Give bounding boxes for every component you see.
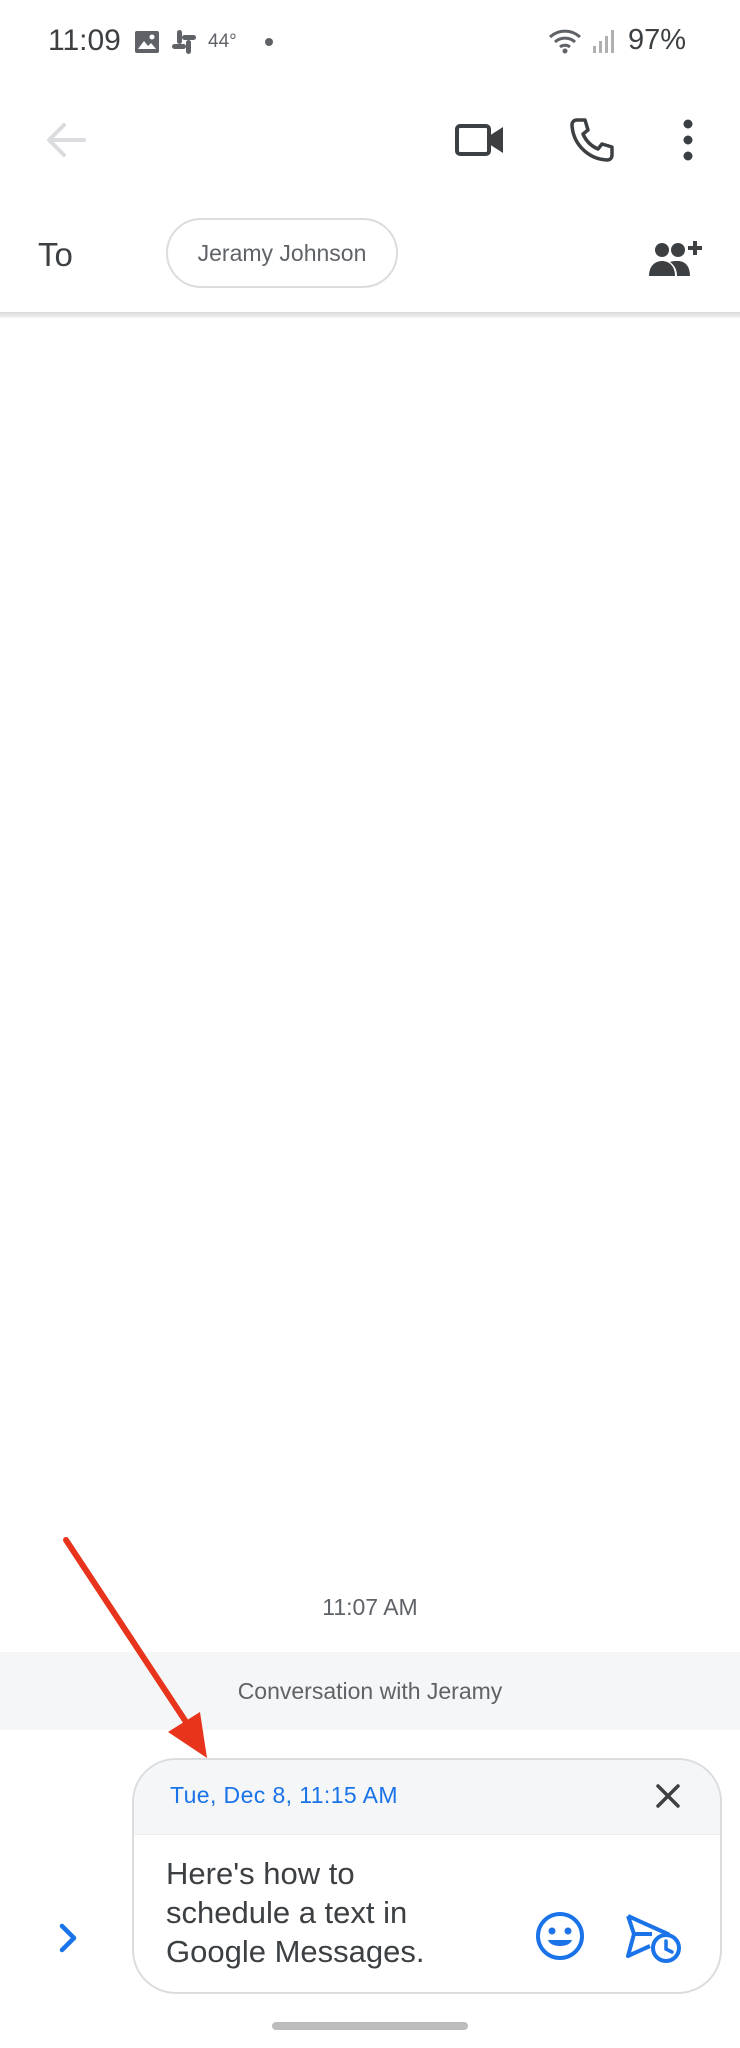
message-input[interactable]: Here's how to schedule a text in Google … — [166, 1854, 466, 1971]
cancel-schedule-button[interactable] — [650, 1778, 686, 1814]
phone-call-button[interactable] — [562, 108, 622, 172]
to-label: To — [38, 236, 73, 273]
slack-icon — [172, 30, 196, 54]
status-icons-left: 44° — [134, 30, 273, 54]
recipient-chip[interactable]: Jeramy Johnson — [166, 218, 398, 288]
add-people-icon — [649, 241, 702, 276]
status-icons-right: 97% — [548, 24, 686, 57]
app-bar — [0, 90, 740, 230]
status-bar: 11:09 44° 97% — [0, 0, 740, 90]
image-icon — [135, 31, 159, 53]
conversation-banner-text: Conversation with Jeramy — [237, 1677, 503, 1704]
scheduled-send-button[interactable] — [624, 1910, 684, 1966]
video-call-button[interactable] — [450, 110, 510, 170]
emoji-icon — [536, 1912, 584, 1960]
message-line: Here's how to — [166, 1856, 355, 1891]
add-recipient-button[interactable] — [644, 230, 708, 286]
close-icon — [656, 1784, 680, 1808]
more-vert-icon — [683, 119, 693, 161]
phone-icon — [570, 118, 614, 162]
message-timestamp: 11:07 AM — [322, 1594, 418, 1620]
wifi-icon — [548, 29, 581, 53]
chevron-right-icon — [59, 1923, 77, 1953]
conversation-banner: Conversation with Jeramy — [0, 1652, 740, 1730]
status-temperature: 44° — [208, 31, 237, 52]
more-options-button[interactable] — [668, 108, 708, 172]
message-line: Google Messages. — [166, 1934, 425, 1969]
battery-percent: 97% — [627, 24, 686, 56]
scheduled-send-icon — [626, 1914, 681, 1963]
scheduled-send-bar[interactable]: Tue, Dec 8, 11:15 AM — [134, 1760, 720, 1835]
notification-dot — [264, 38, 273, 46]
compose-box: Tue, Dec 8, 11:15 AM Here's how to sched… — [132, 1758, 722, 1994]
home-indicator[interactable] — [272, 2022, 468, 2030]
back-button[interactable] — [36, 110, 96, 170]
signal-icon — [592, 29, 614, 53]
video-call-icon — [455, 124, 503, 156]
recipient-row: To Jeramy Johnson — [0, 210, 740, 310]
status-time: 11:09 — [48, 24, 121, 57]
emoji-button[interactable] — [534, 1910, 586, 1962]
scheduled-time[interactable]: Tue, Dec 8, 11:15 AM — [170, 1782, 398, 1809]
back-arrow-icon — [47, 123, 86, 157]
message-line: schedule a text in — [166, 1895, 408, 1930]
expand-attachments-button[interactable] — [48, 1918, 88, 1958]
header-divider — [0, 312, 740, 318]
